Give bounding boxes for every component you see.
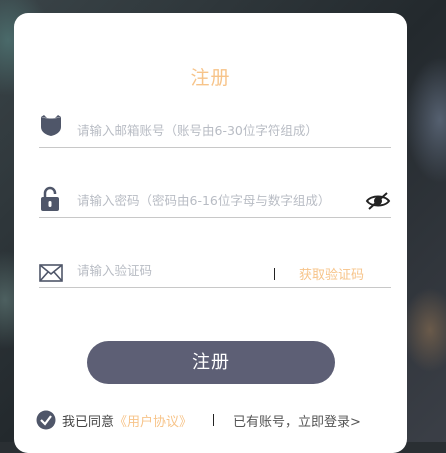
- page-title: 注册: [190, 67, 231, 89]
- user-shield-icon: [39, 115, 63, 141]
- register-card: 注册 请输入邮箱账号（账号由6-30位字符组成） 请输入密码（密码由6-16位字…: [14, 13, 407, 453]
- user-agreement-link[interactable]: 《用户协议》: [114, 415, 192, 430]
- password-field[interactable]: 请输入密码（密码由6-16位字母与数字组成）: [39, 183, 391, 218]
- agreement-prefix: 我已同意: [62, 415, 115, 430]
- register-button[interactable]: 注册: [87, 341, 335, 384]
- login-link[interactable]: 已有账号，立即登录>: [233, 411, 361, 430]
- eye-hidden-icon[interactable]: [365, 191, 391, 215]
- unlock-icon: [39, 186, 61, 216]
- get-code-button[interactable]: 获取验证码: [299, 264, 364, 283]
- check-circle-icon[interactable]: [36, 410, 56, 434]
- code-placeholder: 请输入验证码: [77, 263, 153, 278]
- footer-divider: [213, 414, 214, 426]
- agreement-text: 我已同意《用户协议》: [62, 411, 192, 430]
- field-divider: [274, 268, 275, 280]
- verification-code-field[interactable]: 请输入验证码 获取验证码: [39, 253, 391, 288]
- email-field[interactable]: 请输入邮箱账号（账号由6-30位字符组成）: [39, 113, 391, 148]
- envelope-icon: [39, 264, 63, 286]
- password-placeholder: 请输入密码（密码由6-16位字母与数字组成）: [77, 193, 331, 208]
- email-placeholder: 请输入邮箱账号（账号由6-30位字符组成）: [77, 123, 318, 138]
- form-footer: 我已同意《用户协议》 已有账号，立即登录>: [36, 409, 396, 431]
